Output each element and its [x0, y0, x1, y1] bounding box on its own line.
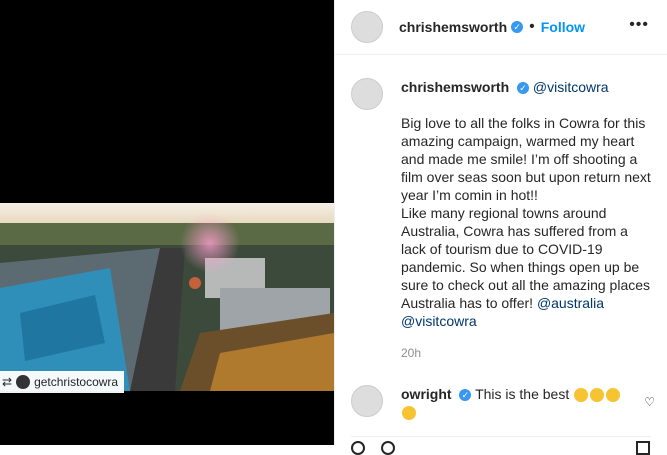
- repost-account: getchristocowra: [34, 375, 119, 389]
- comment-avatar[interactable]: [351, 385, 383, 417]
- post-time: 20h: [401, 346, 422, 360]
- caption-body: Big love to all the folks in Cowra for t…: [401, 115, 651, 311]
- avatar[interactable]: [351, 11, 383, 43]
- action-bar: [351, 436, 651, 455]
- laugh-emoji-icon: [606, 388, 621, 403]
- caption: chrishemsworth ✓ @visitcowra Big love to…: [351, 78, 651, 362]
- repost-tag[interactable]: ⇄ getchristocowra: [0, 371, 125, 393]
- save-icon[interactable]: [636, 441, 650, 455]
- tag-visitcowra[interactable]: @visitcowra: [401, 313, 477, 329]
- follow-button[interactable]: Follow: [541, 19, 585, 35]
- caption-avatar[interactable]: [351, 78, 383, 110]
- laugh-emoji-icon: [402, 406, 416, 421]
- laugh-emoji-icon: [590, 388, 605, 403]
- repost-icon: ⇄: [2, 375, 13, 389]
- like-icon[interactable]: [351, 441, 365, 455]
- caption-username[interactable]: chrishemsworth: [401, 79, 509, 95]
- heart-icon[interactable]: ♡: [644, 395, 655, 409]
- repost-avatar: [16, 375, 31, 389]
- verified-icon: ✓: [459, 389, 472, 402]
- separator-dot: •: [529, 18, 535, 35]
- more-icon[interactable]: •••: [629, 16, 649, 34]
- tag-australia[interactable]: @australia: [537, 295, 604, 311]
- post-photo: [0, 203, 334, 391]
- verified-icon: ✓: [517, 82, 530, 95]
- post-panel: chrishemsworth ✓ • Follow ••• chrishemsw…: [334, 0, 667, 455]
- post-media[interactable]: ⇄ getchristocowra: [0, 0, 334, 445]
- comment: owright ✓ This is the best: [351, 385, 651, 421]
- comment-icon[interactable]: [381, 441, 395, 455]
- post-header: chrishemsworth ✓ • Follow •••: [335, 0, 667, 55]
- comment-text: This is the best: [475, 386, 570, 402]
- comment-username[interactable]: owright: [401, 386, 452, 402]
- laugh-emoji-icon: [574, 388, 589, 403]
- caption-text: Big love to all the folks in Cowra for t…: [401, 114, 651, 330]
- caption-mention[interactable]: @visitcowra: [533, 79, 609, 95]
- verified-icon: ✓: [511, 21, 524, 33]
- post-username[interactable]: chrishemsworth: [399, 19, 507, 35]
